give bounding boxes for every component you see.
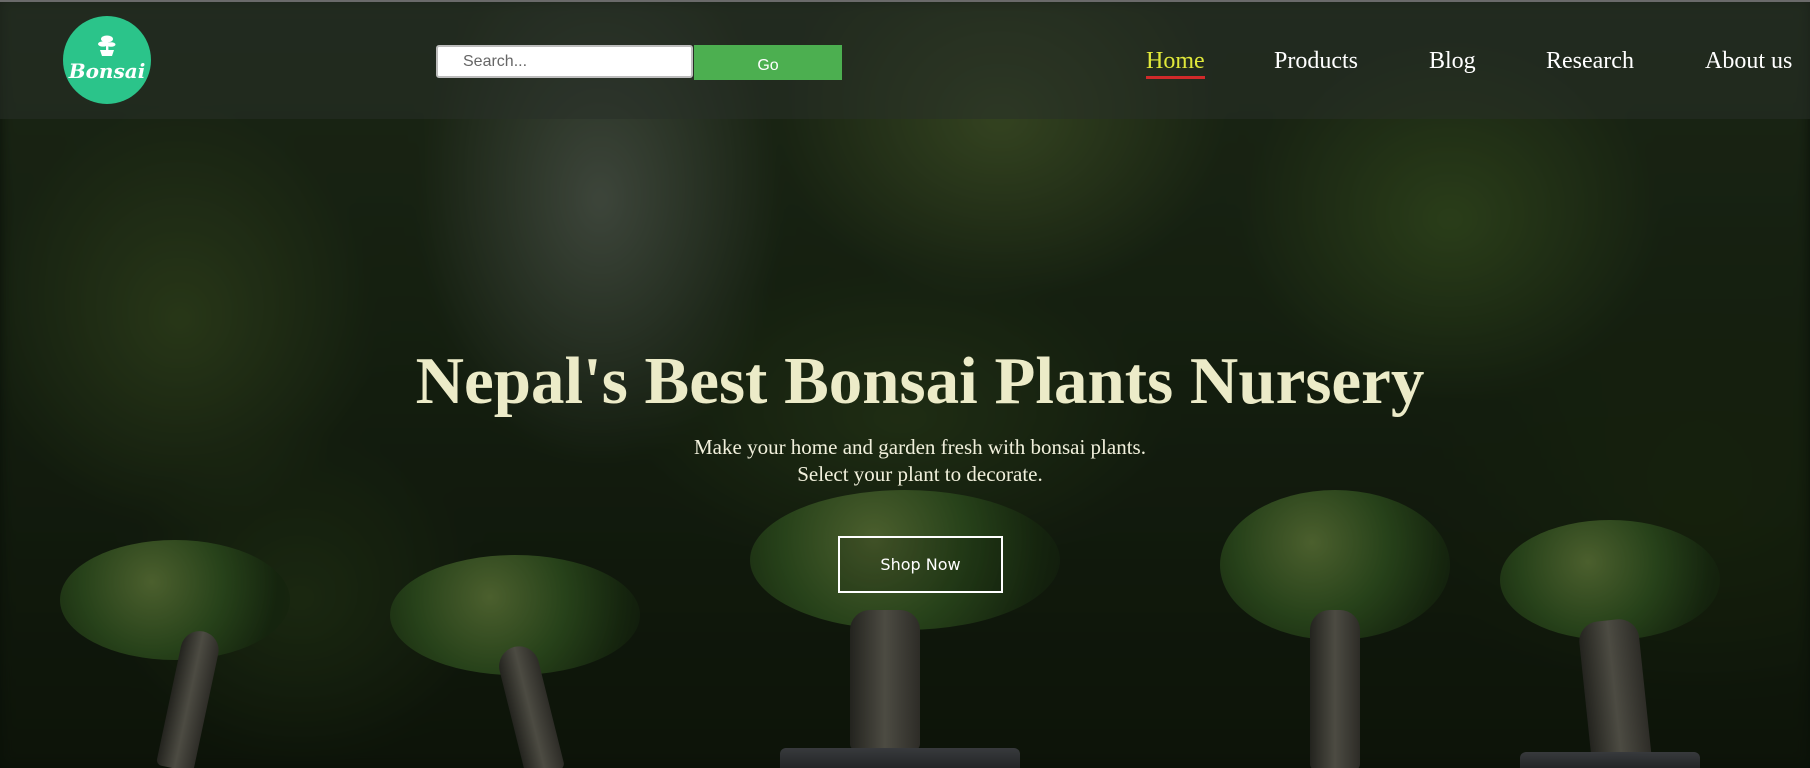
nav-link-research[interactable]: Research [1546, 46, 1634, 76]
main-nav: Home Products Blog Research About us [0, 46, 1810, 86]
site-header: Bonsai Go Home Products Blog Research Ab… [0, 0, 1810, 119]
nav-link-products[interactable]: Products [1274, 46, 1358, 76]
nav-link-about-us[interactable]: About us [1705, 46, 1792, 76]
hero-subtitle-line-1: Make your home and garden fresh with bon… [694, 435, 1146, 459]
hero-subtitle-line-2: Select your plant to decorate. [797, 462, 1043, 486]
nav-link-blog[interactable]: Blog [1429, 46, 1476, 76]
nav-link-home[interactable]: Home [1146, 46, 1205, 79]
hero-subtitle: Make your home and garden fresh with bon… [0, 434, 1810, 488]
shop-now-button[interactable]: Shop Now [838, 536, 1003, 593]
hero-title: Nepal's Best Bonsai Plants Nursery [415, 344, 1425, 418]
